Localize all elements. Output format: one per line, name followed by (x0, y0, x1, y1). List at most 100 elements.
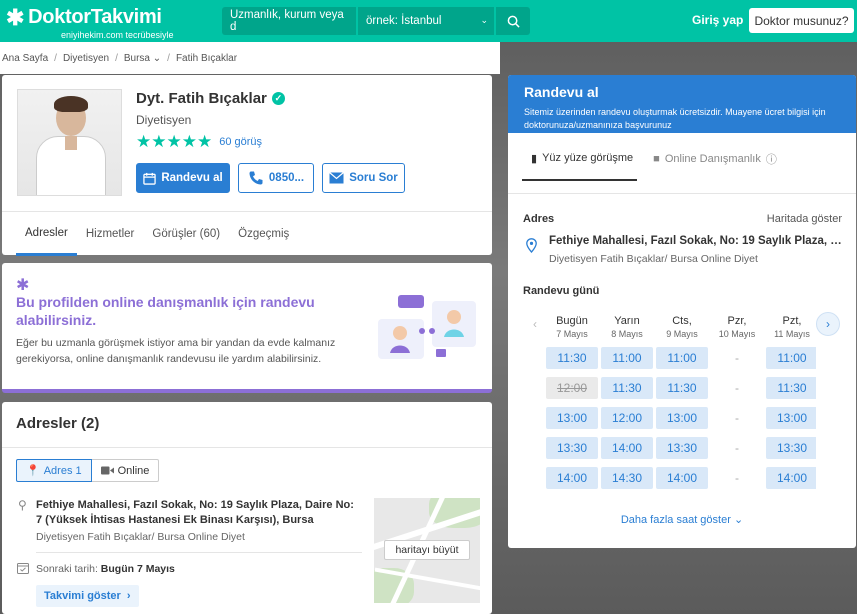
tab-services[interactable]: Hizmetler (77, 212, 144, 256)
visit-type-tabs: ▮ Yüz yüze görüşme ■ Online Danışmanlık ⓘ (522, 151, 777, 181)
logo[interactable]: ✱ DoktorTakvimi eniyihekim.com tecrübesiy… (6, 6, 174, 40)
rating[interactable]: ★★★★★ 60 görüş (136, 132, 262, 152)
enlarge-map-button[interactable]: haritayı büyüt (384, 540, 470, 560)
map-thumbnail[interactable]: haritayı büyüt (374, 498, 480, 603)
ask-question-button[interactable]: Soru Sor (322, 163, 405, 193)
envelope-icon (329, 172, 345, 184)
time-slot[interactable]: 13:00 (546, 407, 598, 429)
booking-subtitle: Sitemiz üzerinden randevu oluşturmak ücr… (524, 107, 826, 130)
time-slot[interactable]: 14:00 (546, 467, 598, 489)
time-slot[interactable]: 11:30 (656, 377, 708, 399)
calendar-icon (143, 172, 157, 185)
time-slot[interactable]: 11:30 (546, 347, 598, 369)
selected-address[interactable]: Fethiye Mahallesi, Fazıl Sokak, No: 19 S… (549, 235, 844, 247)
profile-card: Dyt. Fatih Bıçaklar ✓ Diyetisyen ★★★★★ 6… (2, 75, 492, 256)
day-column: Pzr, 10 Mayıs - - - - - (711, 315, 763, 489)
empty-slot: - (735, 351, 739, 365)
online-title: Bu profilden online danışmanlık için ran… (16, 294, 315, 328)
tab-online[interactable]: Online (91, 459, 160, 482)
day-column: Pzt, 11 Mayıs 11:00 11:30 13:00 13:30 14:00 (766, 315, 816, 489)
previous-days-button[interactable]: ‹ (523, 312, 547, 336)
video-call-illustration-icon (378, 295, 476, 359)
calendar-check-icon (17, 562, 29, 577)
breadcrumb-dietitian[interactable]: Diyetisyen (63, 53, 109, 64)
doctor-name: Dyt. Fatih Bıçaklar ✓ (136, 90, 285, 107)
tab-in-person[interactable]: ▮ Yüz yüze görüşme (522, 151, 638, 181)
login-link[interactable]: Giriş yap (692, 13, 743, 27)
search-bar: Uzmanlık, kurum veya d örnek: İstanbul ⌄ (222, 7, 530, 35)
day-column: Yarın 8 Mayıs 11:00 11:30 12:00 14:00 14:30 (601, 315, 653, 489)
time-slot[interactable]: 11:30 (601, 377, 653, 399)
chevron-down-icon: ⌄ (480, 15, 488, 25)
tab-reviews[interactable]: Görüşler (60) (143, 212, 229, 256)
profile-tabs: Adresler Hizmetler Görüşler (60) Özgeçmi… (2, 211, 492, 256)
time-slot[interactable]: 11:30 (766, 377, 816, 399)
chevron-down-icon: ⌄ (152, 52, 162, 64)
day-name: Bugün (556, 315, 588, 327)
doctor-specialty: Diyetisyen (136, 113, 192, 127)
day-date: 11 Mayıs (774, 329, 810, 339)
book-appointment-button[interactable]: Randevu al (136, 163, 230, 193)
address-subtitle: Diyetisyen Fatih Bıçaklar/ Bursa Online … (36, 531, 245, 543)
search-button[interactable] (496, 7, 530, 35)
review-count[interactable]: 60 görüş (219, 136, 262, 148)
time-slot[interactable]: 14:30 (601, 467, 653, 489)
phone-icon (249, 171, 263, 185)
specialty-search-input[interactable]: Uzmanlık, kurum veya d (222, 7, 356, 35)
time-slot[interactable]: 13:30 (766, 437, 816, 459)
pin-icon: 📍 (26, 465, 40, 477)
time-slot[interactable]: 14:00 (766, 467, 816, 489)
logo-subtitle: eniyihekim.com tecrübesiyle (61, 30, 174, 40)
time-slot[interactable]: 13:30 (546, 437, 598, 459)
day-column: Cts, 9 Mayıs 11:00 11:30 13:00 13:30 14:00 (656, 315, 708, 489)
time-slot[interactable]: 13:00 (766, 407, 816, 429)
time-slot[interactable]: 11:00 (601, 347, 653, 369)
time-slot: 12:00 (546, 377, 598, 399)
day-date: 10 Mayıs (718, 329, 756, 339)
time-slot[interactable]: 14:00 (601, 437, 653, 459)
logo-text: DoktorTakvimi (28, 6, 162, 28)
info-icon: ⓘ (765, 154, 777, 166)
time-slot[interactable]: 13:00 (656, 407, 708, 429)
breadcrumb-home[interactable]: Ana Sayfa (2, 53, 48, 64)
video-icon: ■ (653, 153, 660, 165)
online-description: Eğer bu uzmanla görüşmek istiyor ama bir… (16, 337, 336, 365)
booking-title: Randevu al (524, 84, 599, 100)
breadcrumb: Ana Sayfa / Diyetisyen / Bursa ⌄ / Fatih Bı… (0, 42, 500, 74)
phone-button[interactable]: 0850... (238, 163, 314, 193)
day-date: 7 Mayıs (556, 329, 588, 339)
tab-addresses[interactable]: Adresler (16, 212, 77, 256)
day-columns: Bugün 7 Mayıs 11:30 12:00 13:00 13:30 14:00 Yar… (546, 315, 816, 500)
time-slot[interactable]: 11:00 (766, 347, 816, 369)
booking-panel: Randevu al Sitemiz üzerinden randevu olu… (508, 75, 856, 548)
empty-slot: - (735, 411, 739, 425)
tab-online-consultation[interactable]: ■ Online Danışmanlık ⓘ (653, 151, 777, 181)
time-slot[interactable]: 14:00 (656, 467, 708, 489)
empty-slot: - (735, 471, 739, 485)
next-days-button[interactable]: › (816, 312, 840, 336)
day-name: Pzt, (782, 315, 802, 327)
show-calendar-button[interactable]: Takvimi göster › (36, 585, 139, 607)
online-consultation-banner: ✱ Bu profilden online danışmanlık için r… (2, 263, 492, 393)
chevron-left-icon: ‹ (533, 317, 537, 331)
search-icon (507, 15, 520, 28)
verified-icon: ✓ (271, 92, 285, 105)
next-date: Sonraki tarih: Bugün 7 Mayıs (36, 563, 175, 575)
day-name: Cts, (672, 315, 692, 327)
time-slot[interactable]: 12:00 (601, 407, 653, 429)
are-you-doctor-button[interactable]: Doktor musunuz? (749, 8, 854, 33)
time-slot[interactable]: 13:30 (656, 437, 708, 459)
breadcrumb-city[interactable]: Bursa ⌄ (124, 53, 161, 64)
show-more-hours-link[interactable]: Daha fazla saat göster ⌄ (508, 513, 856, 526)
location-search-input[interactable]: örnek: İstanbul ⌄ (358, 7, 494, 35)
tab-biography[interactable]: Özgeçmiş (229, 212, 298, 256)
location-pin-icon (526, 238, 537, 256)
tab-address-1[interactable]: 📍 Adres 1 (16, 459, 92, 482)
chevron-down-icon: ⌄ (733, 514, 744, 526)
avatar (17, 89, 122, 196)
chevron-right-icon: › (126, 590, 131, 602)
time-slot[interactable]: 11:00 (656, 347, 708, 369)
star-rating-icon: ★★★★★ (136, 132, 213, 151)
show-on-map-link[interactable]: Haritada göster (767, 213, 842, 225)
day-name: Pzr, (727, 315, 747, 327)
